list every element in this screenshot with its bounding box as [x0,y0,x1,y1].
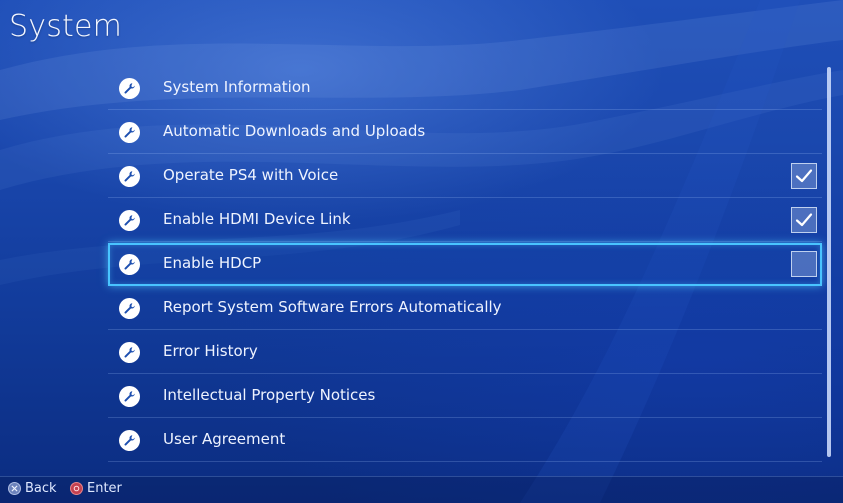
wrench-icon [119,254,140,275]
menu-item-label: Report System Software Errors Automatica… [163,298,502,316]
wrench-icon [119,78,140,99]
menu-item-enable-hdcp[interactable]: Enable HDCP [108,243,822,286]
wrench-icon [119,386,140,407]
wrench-icon [119,430,140,451]
menu-item-label: Automatic Downloads and Uploads [163,122,426,140]
back-button[interactable]: Back [8,481,57,496]
menu-item-automatic-downloads-uploads[interactable]: Automatic Downloads and Uploads [108,111,822,154]
menu-item-label: Operate PS4 with Voice [163,166,339,184]
menu-item-label: System Information [163,78,311,96]
menu-item-error-history[interactable]: Error History [108,331,822,374]
checkmark-icon [795,213,813,227]
circle-button-icon [70,482,83,495]
menu-item-user-agreement[interactable]: User Agreement [108,419,822,462]
voice-checkbox[interactable] [791,163,817,189]
wrench-icon [119,298,140,319]
wrench-icon [119,122,140,143]
footer-hints: Back Enter [0,476,843,503]
back-label: Back [25,481,57,496]
settings-menu: System Information Automatic Downloads a… [108,67,822,463]
hdcp-checkbox[interactable] [791,251,817,277]
scrollbar[interactable] [827,67,831,457]
menu-item-hdmi-device-link[interactable]: Enable HDMI Device Link [108,199,822,242]
menu-item-label: Intellectual Property Notices [163,386,376,404]
wrench-icon [119,166,140,187]
menu-item-label: Enable HDMI Device Link [163,210,351,228]
cross-button-icon [8,482,21,495]
menu-item-report-errors[interactable]: Report System Software Errors Automatica… [108,287,822,330]
menu-item-system-information[interactable]: System Information [108,67,822,110]
wrench-icon [119,342,140,363]
page-title: System [9,9,123,44]
menu-item-intellectual-property[interactable]: Intellectual Property Notices [108,375,822,418]
enter-button[interactable]: Enter [70,481,122,496]
wrench-icon [119,210,140,231]
menu-item-operate-with-voice[interactable]: Operate PS4 with Voice [108,155,822,198]
enter-label: Enter [87,481,122,496]
menu-item-label: Error History [163,342,258,360]
hdmi-device-link-checkbox[interactable] [791,207,817,233]
title-bar: System [0,0,843,55]
checkmark-icon [795,169,813,183]
system-settings-screen: System System Information Automatic Down… [0,0,843,503]
menu-item-label: User Agreement [163,430,286,448]
menu-item-label: Enable HDCP [163,254,262,272]
